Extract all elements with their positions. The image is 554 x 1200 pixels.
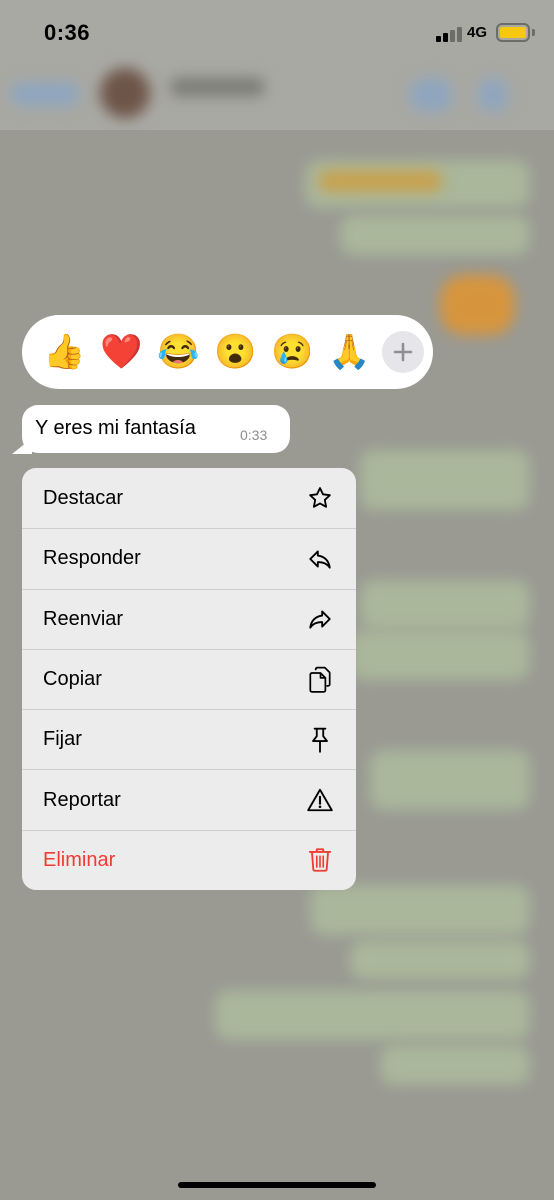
menu-item-label: Copiar (43, 668, 102, 691)
menu-item-label: Eliminar (43, 848, 116, 871)
star-icon (306, 484, 334, 512)
home-indicator[interactable] (178, 1182, 376, 1188)
blurred-message (318, 170, 443, 192)
blurred-back-button (10, 82, 80, 106)
reaction-tears-of-joy[interactable]: 😂 (150, 324, 207, 381)
blurred-message (350, 630, 530, 680)
menu-item-copiar[interactable]: Copiar (22, 648, 356, 709)
blurred-message (360, 580, 530, 630)
menu-item-reportar[interactable]: Reportar (22, 769, 356, 829)
blurred-sticker (440, 275, 515, 335)
forward-icon (306, 605, 334, 633)
blurred-message (340, 215, 530, 255)
blurred-message (350, 940, 530, 980)
menu-item-label: Destacar (43, 486, 124, 509)
blurred-message (370, 750, 530, 810)
pin-icon (306, 726, 334, 754)
reaction-crying-face[interactable]: 😢 (264, 324, 321, 381)
blurred-message (380, 1045, 530, 1085)
trash-icon (306, 846, 334, 874)
menu-item-reenviar[interactable]: Reenviar (22, 588, 356, 649)
blurred-video-icon (410, 78, 452, 112)
menu-item-destacar[interactable]: Destacar (22, 468, 356, 528)
battery-icon (496, 23, 530, 42)
menu-item-fijar[interactable]: Fijar (22, 709, 356, 769)
battery-level (500, 27, 526, 38)
blurred-message (215, 990, 530, 1040)
battery-tip (532, 29, 535, 36)
network-type: 4G (467, 24, 488, 41)
copy-icon (306, 666, 334, 694)
warning-icon (306, 786, 334, 814)
blurred-avatar (100, 68, 150, 118)
menu-item-label: Responder (43, 547, 141, 570)
message-time: 0:33 (240, 427, 268, 443)
blurred-call-icon (478, 78, 508, 112)
reply-icon (306, 545, 334, 573)
message-bubble: Y eres mi fantasía 0:33 (22, 405, 290, 453)
reaction-open-mouth[interactable]: 😮 (207, 324, 264, 381)
message-text: Y eres mi fantasía (35, 417, 196, 439)
more-reactions-button[interactable] (382, 331, 424, 373)
reaction-red-heart[interactable]: ❤️ (93, 324, 150, 381)
status-bar: 0:36 4G (0, 0, 554, 66)
menu-item-label: Fijar (43, 728, 82, 751)
menu-item-responder[interactable]: Responder (22, 528, 356, 588)
menu-item-eliminar[interactable]: Eliminar (22, 829, 356, 890)
menu-item-label: Reenviar (43, 607, 124, 630)
reaction-thumbs-up[interactable]: 👍 (36, 324, 93, 381)
blurred-message (310, 885, 530, 935)
menu-item-label: Reportar (43, 788, 121, 811)
blurred-message (360, 450, 530, 510)
reaction-folded-hands[interactable]: 🙏 (321, 324, 378, 381)
message-context-menu: Destacar Responder Reenviar Copiar Fijar… (22, 468, 356, 891)
cellular-signal-icon (436, 26, 462, 42)
blurred-contact-name (170, 78, 265, 96)
status-time: 0:36 (44, 20, 91, 45)
reaction-bar: 👍 ❤️ 😂 😮 😢 🙏 (22, 315, 433, 389)
plus-icon (393, 342, 413, 362)
